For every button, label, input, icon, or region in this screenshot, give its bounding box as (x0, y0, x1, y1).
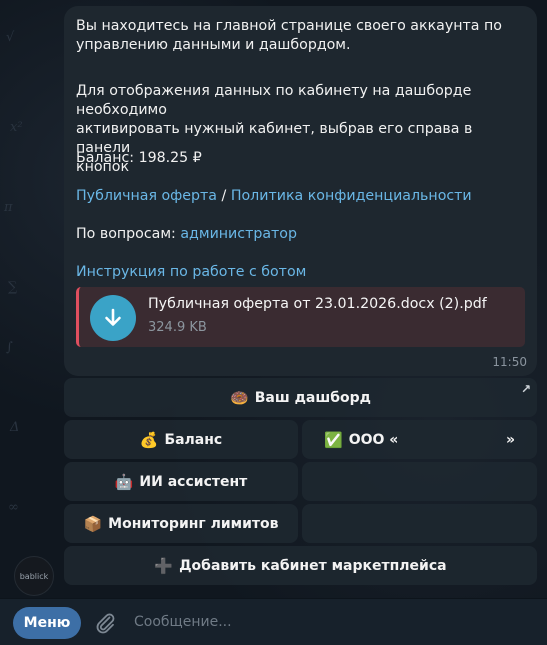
company-button[interactable]: ✅ ООО « » (302, 420, 537, 459)
balance-button-label: Баланс (164, 431, 223, 448)
dashboard-button[interactable]: 🍩 Ваш дашборд ↗ (64, 378, 537, 417)
menu-button[interactable]: Меню (13, 607, 81, 639)
balance-label: Баланс: (76, 150, 135, 166)
package-icon: 📦 (83, 514, 103, 533)
message-line: Вы находитесь на главной странице своего… (76, 18, 502, 34)
background-doodle: π (4, 200, 13, 215)
donut-icon: 🍩 (230, 388, 249, 407)
money-bag-icon: 💰 (139, 430, 159, 449)
open-link-icon: ↗ (520, 382, 531, 396)
ai-assistant-button-label: ИИ ассистент (139, 473, 248, 490)
empty-button[interactable] (302, 504, 537, 543)
add-marketplace-button[interactable]: ➕ Добавить кабинет маркетплейса (64, 546, 537, 585)
empty-button[interactable] (302, 462, 537, 501)
privacy-policy-link[interactable]: Политика конфиденциальности (231, 188, 472, 204)
robot-icon: 🤖 (114, 472, 134, 491)
support-line: По вопросам: администратор (76, 225, 526, 244)
message-line: управлению данными и дашбордом. (76, 37, 351, 53)
plus-icon: ➕ (154, 556, 174, 575)
message-bubble: Вы находитесь на главной странице своего… (64, 6, 537, 376)
message-input[interactable] (134, 609, 524, 635)
ai-assistant-button[interactable]: 🤖 ИИ ассистент (64, 462, 298, 501)
message-text: Вы находитесь на главной странице своего… (76, 17, 526, 55)
check-mark-icon: ✅ (324, 430, 343, 449)
balance-line: Баланс: 198.25 ₽ (76, 149, 526, 168)
add-marketplace-button-label: Добавить кабинет маркетплейса (179, 557, 447, 574)
company-button-label: ООО « (348, 431, 399, 448)
message-time: 11:50 (492, 355, 527, 369)
background-doodle: √ (6, 30, 15, 45)
balance-value: 198.25 ₽ (138, 150, 202, 166)
background-doodle: x² (10, 120, 23, 135)
legal-links: Публичная оферта / Политика конфиденциал… (76, 187, 526, 206)
public-offer-link[interactable]: Публичная оферта (76, 188, 217, 204)
file-attachment[interactable]: Публичная оферта от 23.01.2026.docx (2).… (76, 287, 525, 347)
instruction-link[interactable]: Инструкция по работе с ботом (76, 264, 306, 280)
background-doodle: ∑ (8, 280, 18, 295)
company-button-suffix: » (505, 431, 515, 448)
download-icon[interactable] (90, 295, 136, 341)
message-input-bar: Меню (0, 598, 547, 645)
paperclip-icon[interactable] (93, 611, 117, 635)
balance-button[interactable]: 💰 Баланс (64, 420, 298, 459)
file-size: 324.9 KB (148, 320, 207, 335)
background-doodle: ∫ (6, 340, 13, 355)
background-doodle: Δ (10, 420, 20, 435)
brand-watermark-text: bablick (19, 571, 49, 581)
dashboard-button-label: Ваш дашборд (254, 389, 371, 406)
message-line: Для отображения данных по кабинету на да… (76, 83, 472, 118)
file-name: Публичная оферта от 23.01.2026.docx (2).… (148, 296, 487, 312)
brand-watermark: bablick (14, 556, 54, 596)
limits-monitoring-button[interactable]: 📦 Мониторинг лимитов (64, 504, 298, 543)
admin-link[interactable]: администратор (180, 226, 297, 242)
background-doodle: ∞ (8, 500, 19, 515)
limits-monitoring-button-label: Мониторинг лимитов (108, 515, 279, 532)
link-separator: / (221, 188, 227, 204)
questions-label: По вопросам: (76, 226, 176, 242)
instruction-line: Инструкция по работе с ботом (76, 263, 526, 282)
